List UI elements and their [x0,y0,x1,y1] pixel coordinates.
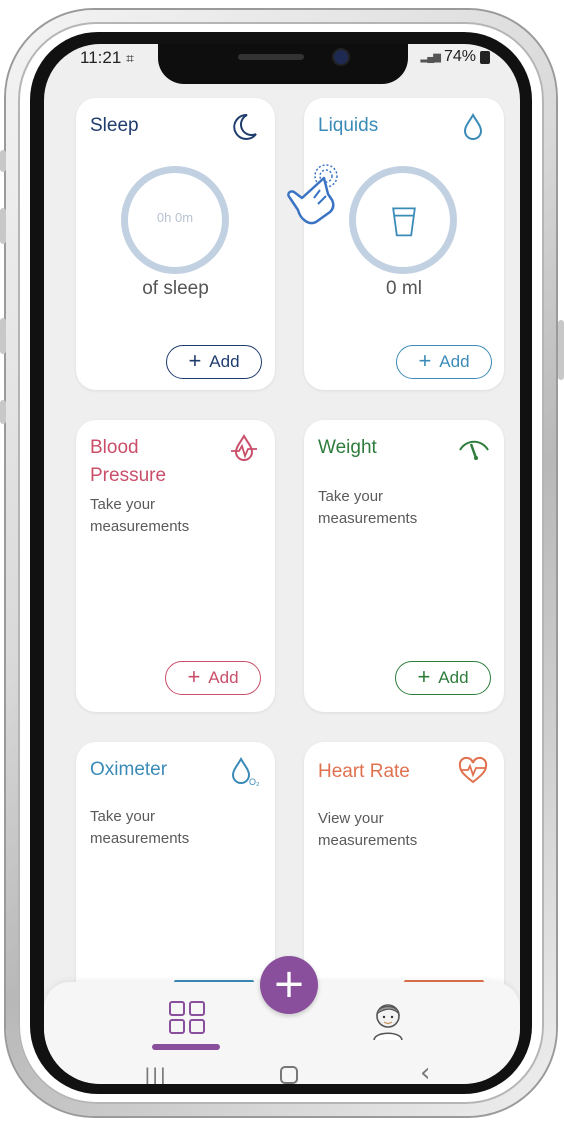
tap-hand-icon [287,164,338,225]
add-fab-button[interactable]: + [260,956,318,1014]
blood-pressure-title: Blood Pressure [90,434,166,490]
battery-icon [480,50,490,64]
heart-rate-subtitle: View your measurements [318,808,488,852]
heart-pulse-icon [458,756,488,784]
liquids-add-label: Add [439,352,470,371]
dashboard-grid-icon[interactable] [168,1000,206,1036]
plus-icon: + [187,664,201,689]
blood-pressure-add-label: Add [208,668,239,687]
weight-title: Weight [318,437,377,458]
oximeter-subtitle-line1: Take your [90,808,156,825]
heart-rate-title: Heart Rate [318,761,410,782]
volume-down-button [0,318,6,354]
power-button [558,320,564,380]
blood-pressure-title-line1: Blood [90,437,139,458]
oximeter-subtitle-line2: measurements [90,830,190,847]
speaker-grille [238,54,304,60]
recent-apps-button[interactable]: ||| [144,1064,167,1084]
blood-pressure-title-line2: Pressure [90,465,167,486]
sleep-add-button[interactable]: + Add [166,345,262,379]
weight-subtitle-line1: Take your [318,488,384,505]
glass-icon [392,207,416,237]
sleep-title: Sleep [90,115,139,136]
heart-rate-subtitle-line1: View your [318,810,384,827]
battery-percent: 74% [443,48,476,65]
active-tab-indicator [152,1044,220,1050]
camera-notch [158,44,408,84]
weight-subtitle: Take your measurements [318,486,488,530]
blood-pressure-subtitle-line2: measurements [90,518,190,535]
weight-card[interactable]: Weight Take your measurements + Add [304,420,504,712]
oximeter-subtitle: Take your measurements [90,806,260,850]
blood-pressure-add-button[interactable]: + Add [165,661,261,695]
liquids-caption: 0 ml [386,278,422,299]
front-camera [334,50,348,64]
heart-rate-subtitle-line2: measurements [318,832,418,849]
blood-pressure-card[interactable]: Blood Pressure Take your measurements + … [76,420,275,712]
blood-pressure-subtitle-line1: Take your [90,496,156,513]
blood-pressure-subtitle: Take your measurements [90,494,260,538]
signal-icon: ▂▄▆ [420,51,441,63]
volume-up-button [0,208,6,244]
weight-add-label: Add [438,668,469,687]
app-screen: 11:21 ⌗ ▂▄▆ 74% Sleep 0h 0m of sleep + A… [44,44,520,1084]
home-button[interactable] [280,1066,298,1084]
svg-text:O₂: O₂ [249,777,260,787]
oxygen-drop-icon: O₂ [231,756,260,787]
plus-icon: + [188,348,202,373]
sleep-add-label: Add [209,352,240,371]
plus-icon: + [417,664,431,689]
liquids-card[interactable]: Liquids 0 ml + Add [304,98,504,390]
status-indicators: ▂▄▆ 74% [420,48,490,66]
sleep-progress-ring: 0h 0m [121,166,229,274]
oximeter-title: Oximeter [90,759,168,780]
status-time: 11:21 ⌗ [80,48,134,67]
weight-add-button[interactable]: + Add [395,661,491,695]
plus-icon: + [418,348,432,373]
liquids-title: Liquids [318,115,379,136]
side-button-bottom [0,400,6,424]
blood-drop-pulse-icon [231,433,257,461]
avatar-icon[interactable] [366,998,410,1042]
scale-gauge-icon [459,440,489,460]
moon-icon [233,113,257,140]
liquids-progress-ring [349,166,457,274]
side-button-top [0,150,6,172]
sleep-card[interactable]: Sleep 0h 0m of sleep + Add [76,98,275,390]
sleep-caption: of sleep [142,278,209,299]
water-drop-icon [463,112,483,140]
weight-subtitle-line2: measurements [318,510,418,527]
notification-grid-icon: ⌗ [126,50,134,66]
back-button[interactable]: ‹ [420,1058,430,1084]
liquids-add-button[interactable]: + Add [396,345,492,379]
sleep-duration: 0h 0m [156,210,194,225]
